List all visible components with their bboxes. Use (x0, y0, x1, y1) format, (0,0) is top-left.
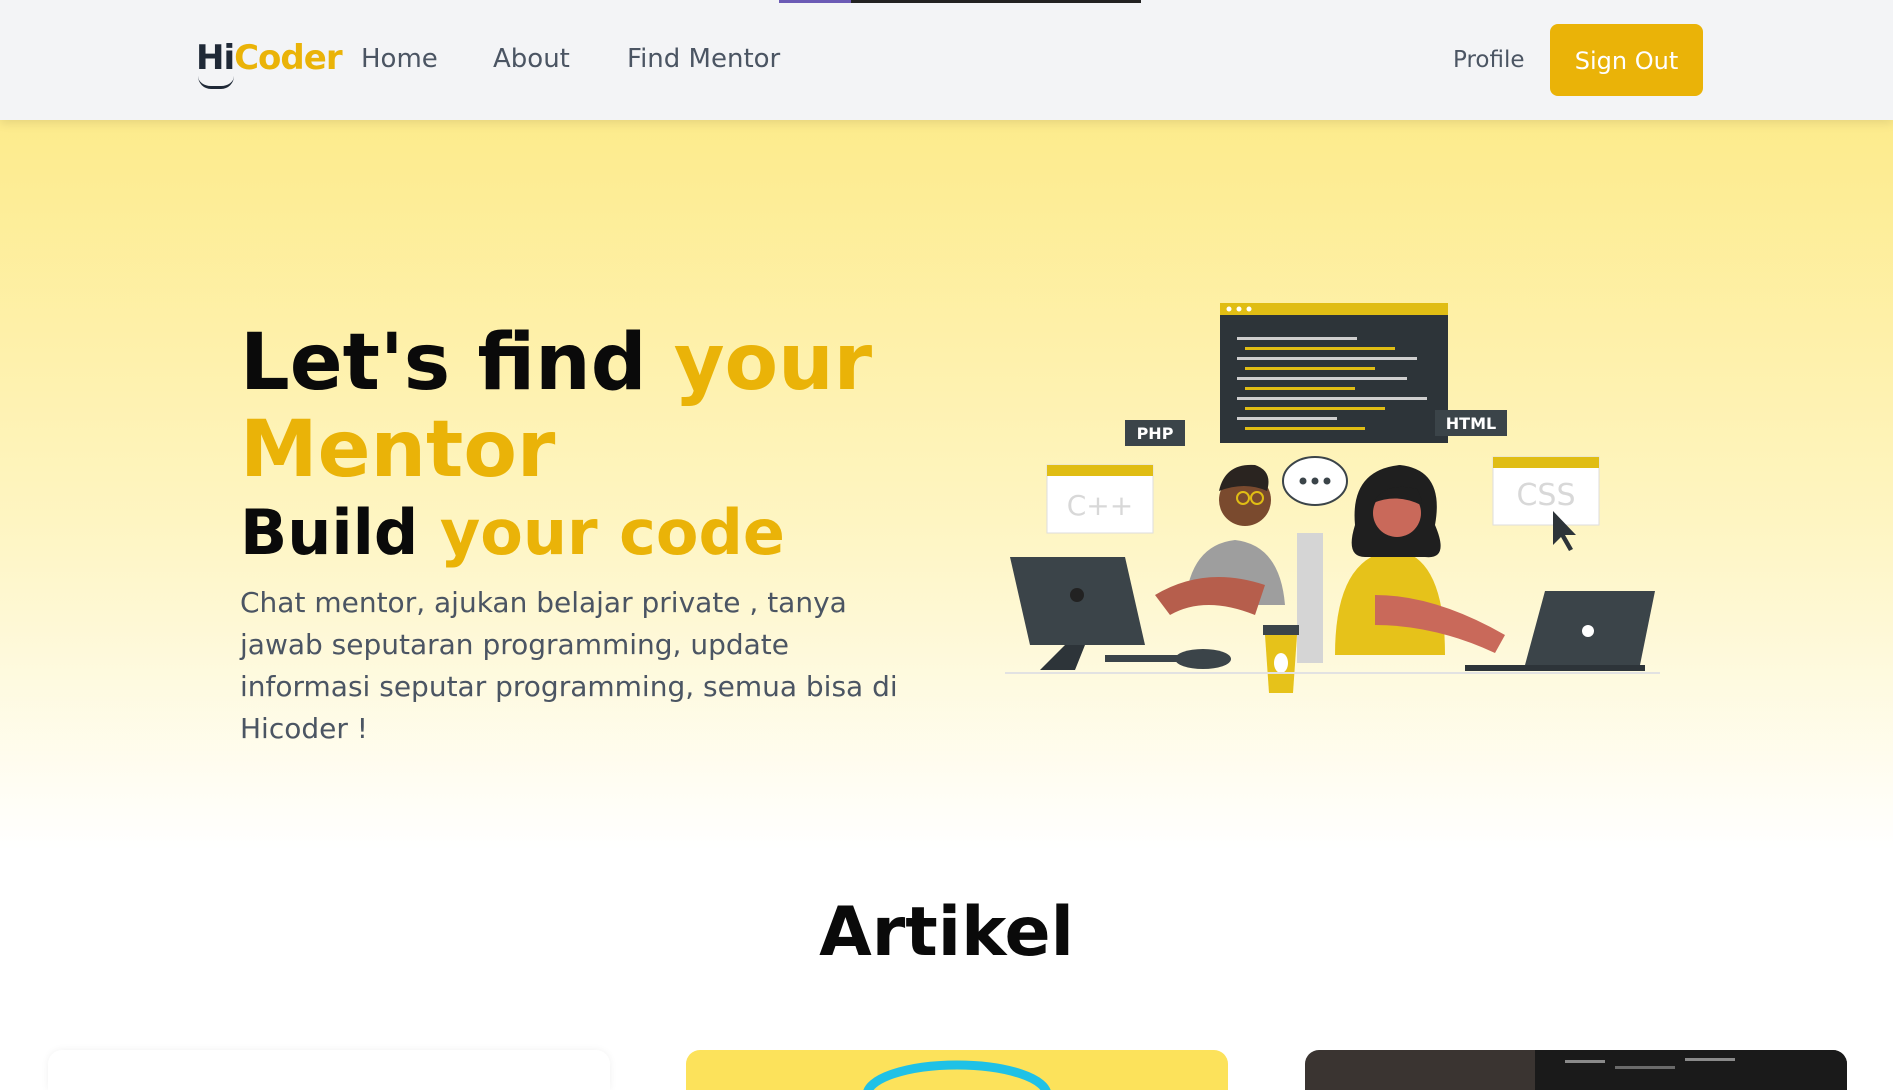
logo-smile-mark (198, 76, 234, 89)
hero-heading-line3: Build your code (240, 496, 785, 569)
react-logo-icon (863, 1060, 1051, 1090)
css-window-illustration: CSS (1492, 456, 1600, 551)
logo-hi-text: Hi (196, 38, 235, 78)
profile-link[interactable]: Profile (1453, 47, 1525, 73)
article-card[interactable] (686, 1050, 1228, 1090)
code-screen-thumbnail (1535, 1050, 1847, 1090)
artikel-section-title: Artikel (819, 893, 1074, 972)
hero-heading-your-code: your code (439, 496, 785, 569)
article-card[interactable] (48, 1050, 610, 1090)
speech-bubble-icon (1282, 456, 1348, 506)
php-badge-text: PHP (1137, 424, 1174, 443)
logo-coder-text: Coder (234, 38, 342, 78)
hero-illustration: PHP HTML C++ CSS (1005, 303, 1660, 693)
coffee-cup-icon (1263, 625, 1299, 693)
hero-heading-your: your (673, 318, 873, 408)
page-load-progress (779, 0, 1141, 3)
hicoder-logo[interactable]: HiCoder (196, 38, 343, 89)
top-navbar: HiCoder Home About Find Mentor Profile S… (0, 0, 1893, 120)
code-window-illustration (1220, 303, 1448, 443)
article-card[interactable] (1305, 1050, 1847, 1090)
html-badge: HTML (1435, 410, 1507, 436)
woman-illustration (1335, 465, 1505, 655)
cpp-window-text: C++ (1067, 489, 1133, 522)
hero-heading-build: Build (240, 496, 419, 569)
nav-find-mentor-link[interactable]: Find Mentor (627, 44, 780, 74)
hero-heading-lets-find: Let's find (240, 318, 647, 408)
nav-about-link[interactable]: About (493, 44, 570, 74)
sign-out-button[interactable]: Sign Out (1550, 24, 1703, 96)
php-badge: PHP (1125, 420, 1185, 446)
hero-description: Chat mentor, ajukan belajar private , ta… (240, 586, 898, 745)
hero-heading-mentor: Mentor (240, 405, 556, 495)
nav-home-link[interactable]: Home (361, 44, 438, 74)
html-badge-text: HTML (1446, 414, 1496, 433)
cpp-window-illustration: C++ (1046, 464, 1154, 534)
man-illustration (1155, 464, 1285, 615)
hero-heading-line1: Let's find your (240, 318, 872, 408)
css-window-text: CSS (1516, 478, 1575, 513)
